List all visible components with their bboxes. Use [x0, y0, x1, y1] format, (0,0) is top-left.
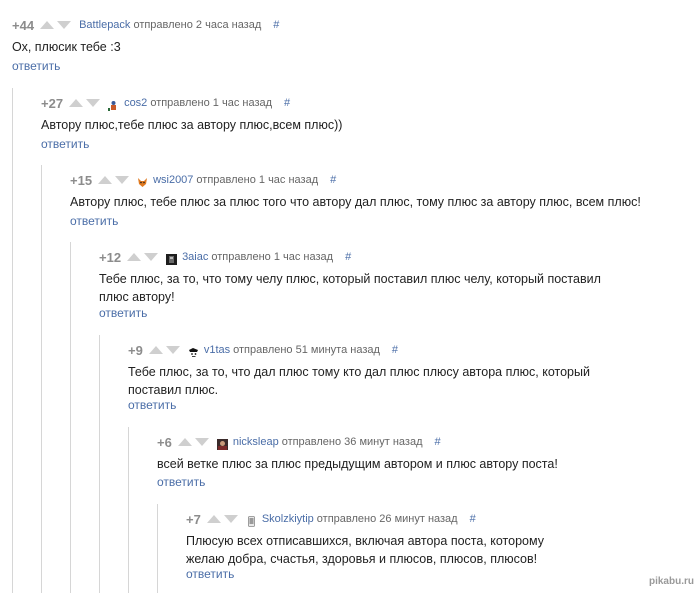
comment-text-line: Плюсую всех отписавшихся, включая автора… — [186, 534, 544, 548]
reply-link[interactable]: ответить — [157, 475, 205, 489]
comment-text: Ох, плюсик тебе :3 — [12, 38, 121, 56]
comment-rating: +7 — [186, 511, 201, 527]
comment-text: всей ветке плюс за плюс предыдущим автор… — [157, 455, 558, 473]
comment-permalink[interactable]: # — [392, 344, 398, 356]
comment-timestamp: отправлено 51 минута назад — [233, 344, 380, 356]
figure-icon — [108, 98, 120, 111]
comment-username[interactable]: Skolzkiytip — [262, 513, 314, 525]
comment-text-line: поставил плюс. — [128, 383, 219, 397]
downvote-arrow-icon[interactable] — [144, 253, 159, 261]
upvote-arrow-icon[interactable] — [98, 176, 113, 184]
downvote-arrow-icon[interactable] — [223, 515, 238, 523]
comment-text: Тебе плюс, за то, что дал плюс тому кто … — [128, 363, 590, 399]
downvote-arrow-icon[interactable] — [115, 176, 130, 184]
comment-text-line: Автору плюс, тебе плюс за плюс того что … — [70, 195, 641, 209]
comment-permalink[interactable]: # — [345, 251, 351, 263]
comment-username[interactable]: v1tas — [204, 344, 230, 356]
comment-header: +27 cos2 отправлено 1 час назад # — [41, 95, 290, 111]
comment-header: +15 wsi2007 отправлено 1 час назад # — [70, 172, 336, 188]
comment-header: +44 Battlepack отправлено 2 часа назад # — [12, 17, 279, 33]
reply-link[interactable]: ответить — [186, 567, 234, 581]
comment-text: Автору плюс,тебе плюс за автору плюс,все… — [41, 116, 342, 134]
comment-text-line: желаю добра, счастья, здоровья и плюсов,… — [186, 552, 538, 566]
comment-permalink[interactable]: # — [435, 436, 441, 448]
comment-timestamp: отправлено 1 час назад — [211, 251, 334, 263]
comment-text: Тебе плюс, за то, что тому челу плюс, ко… — [99, 270, 601, 306]
comment-timestamp: отправлено 26 минут назад — [316, 513, 458, 525]
downvote-arrow-icon[interactable] — [86, 99, 101, 107]
dark-photo-icon — [166, 252, 178, 265]
comment-username[interactable]: Battlepack — [79, 19, 130, 31]
reply-link[interactable]: ответить — [41, 137, 89, 151]
upvote-arrow-icon[interactable] — [127, 253, 142, 261]
upvote-arrow-icon[interactable] — [148, 346, 163, 354]
thread-line — [41, 165, 42, 593]
comment-header: +12 3aiac отправлено 1 час назад # — [99, 249, 351, 265]
upvote-arrow-icon[interactable] — [69, 99, 84, 107]
comment-text-line: плюс автору! — [99, 290, 175, 304]
phone-icon — [246, 514, 257, 527]
comment-timestamp: отправлено 2 часа назад — [133, 19, 262, 31]
comment-timestamp: отправлено 1 час назад — [150, 97, 273, 109]
reply-link[interactable]: ответить — [128, 398, 176, 412]
upvote-arrow-icon[interactable] — [40, 21, 55, 29]
downvote-arrow-icon[interactable] — [57, 21, 72, 29]
upvote-arrow-icon[interactable] — [206, 515, 221, 523]
comment-text-line: Тебе плюс, за то, что дал плюс тому кто … — [128, 365, 590, 379]
comment-header: +7 Skolzkiytip отправлено 26 минут назад… — [186, 511, 476, 527]
comment-rating: +9 — [128, 342, 143, 358]
comment-username[interactable]: 3aiac — [182, 251, 208, 263]
comment-username[interactable]: nicksleap — [233, 436, 279, 448]
comment-text-line: всей ветке плюс за плюс предыдущим автор… — [157, 457, 558, 471]
thread-line — [99, 335, 100, 593]
comment-permalink[interactable]: # — [273, 19, 279, 31]
comment: +12 3aiac отправлено 1 час назад # Тебе … — [0, 0, 700, 593]
comment-rating: +6 — [157, 434, 172, 450]
comment-username[interactable]: cos2 — [124, 97, 147, 109]
downvote-arrow-icon[interactable] — [194, 438, 209, 446]
comment-timestamp: отправлено 1 час назад — [196, 174, 319, 186]
sketch-face-icon — [187, 345, 199, 358]
reply-link[interactable]: ответить — [12, 59, 60, 73]
thread-line — [157, 504, 158, 593]
comment-username[interactable]: wsi2007 — [153, 174, 193, 186]
comment-text: Плюсую всех отписавшихся, включая автора… — [186, 532, 544, 568]
comment-rating: +27 — [41, 95, 64, 111]
comment-permalink[interactable]: # — [330, 174, 336, 186]
comment-rating: +12 — [99, 249, 122, 265]
comment-permalink[interactable]: # — [284, 97, 290, 109]
reply-link[interactable]: ответить — [70, 214, 118, 228]
thread-line — [128, 427, 129, 593]
comment-text-line: Тебе плюс, за то, что тому челу плюс, ко… — [99, 272, 601, 286]
thread-line — [12, 88, 13, 593]
comment-header: +9 v1tas отправлено 51 минута назад # — [128, 342, 398, 358]
photo-icon — [216, 437, 228, 450]
comment-header: +6 nicksleap отправлено 36 минут назад # — [157, 434, 441, 450]
thread-line — [70, 242, 71, 593]
watermark: pikabu.ru — [648, 576, 694, 587]
upvote-arrow-icon[interactable] — [177, 438, 192, 446]
comment-text-line: Ох, плюсик тебе :3 — [12, 40, 121, 54]
downvote-arrow-icon[interactable] — [165, 346, 180, 354]
comment-text-line: Автору плюс,тебе плюс за автору плюс,все… — [41, 118, 343, 132]
comment-text: Автору плюс, тебе плюс за плюс того что … — [70, 193, 641, 211]
reply-link[interactable]: ответить — [99, 306, 147, 320]
comment-permalink[interactable]: # — [470, 513, 476, 525]
fox-icon — [137, 175, 148, 187]
comment-timestamp: отправлено 36 минут назад — [281, 436, 423, 448]
comment-rating: +15 — [70, 172, 93, 188]
comment-rating: +44 — [12, 17, 35, 33]
